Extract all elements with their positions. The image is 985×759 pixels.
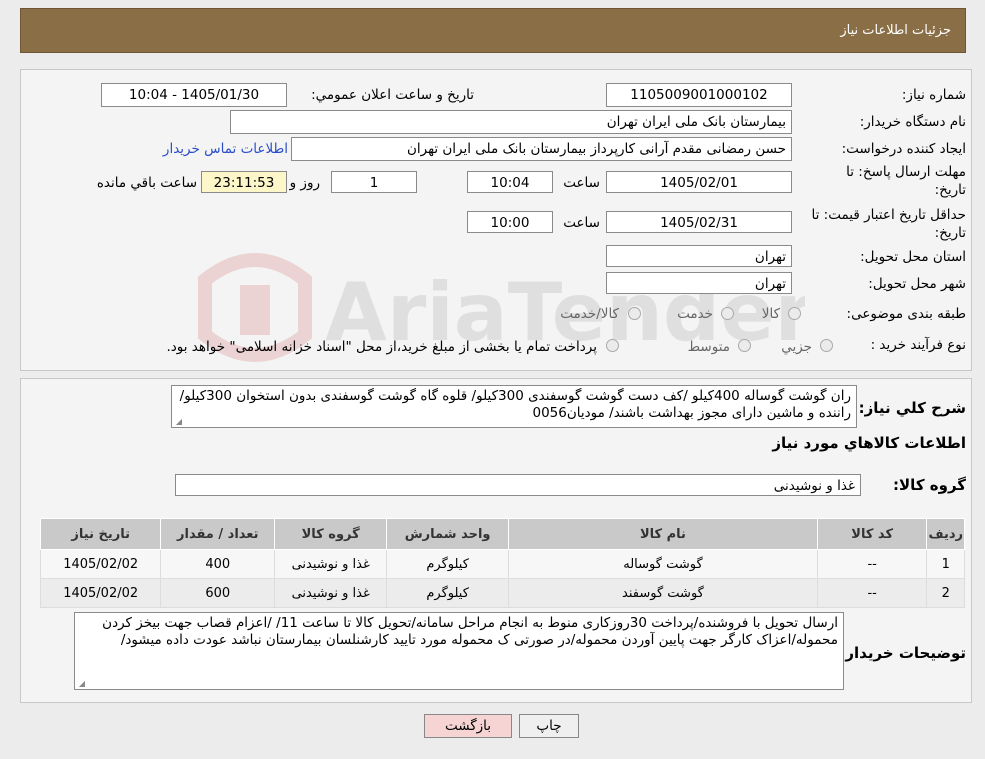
- purchase-type-medium-label: متوسط: [687, 339, 730, 355]
- reply-deadline-time-label: ساعت: [563, 175, 600, 191]
- page-title: جزئیات اطلاعات نیاز: [840, 23, 951, 38]
- reply-deadline-label: مهلت ارسال پاسخ: تا: [846, 164, 966, 180]
- col-header-name: نام کالا: [508, 518, 818, 550]
- delivery-province-label: استان محل تحويل:: [860, 249, 966, 265]
- col-header-row-no: رديف: [926, 518, 965, 550]
- table-row: 2 -- گوشت گوسفند کيلوگرم غذا و نوشيدنی 6…: [39, 578, 965, 608]
- need-number-field: 1105009001000102: [606, 83, 792, 107]
- buyer-org-field: بيمارستان بانک ملی ايران تهران: [230, 110, 792, 134]
- goods-group-field: غذا و نوشيدنی: [175, 474, 861, 496]
- general-desc-text: ران گوشت گوساله 400کيلو /کف دست گوشت گوس…: [179, 388, 851, 421]
- cell-name: گوشت گوسفند: [508, 578, 818, 608]
- category-label: طبقه بندی موضوعی:: [846, 306, 966, 322]
- category-goods-service-radio[interactable]: [628, 307, 641, 320]
- need-number-label: شماره نیاز:: [901, 87, 966, 103]
- goods-group-label: گروه کالا:: [893, 476, 966, 494]
- cell-code: --: [816, 578, 928, 608]
- category-service-label: خدمت: [677, 306, 713, 322]
- category-goods-radio[interactable]: [788, 307, 801, 320]
- price-validity-time-field: 10:00: [467, 211, 553, 233]
- purchase-type-partial-label: جزيي: [781, 339, 812, 355]
- cell-code: --: [816, 549, 928, 579]
- cell-row-no: 2: [926, 578, 965, 608]
- reply-deadline-time-field: 10:04: [467, 171, 553, 193]
- table-row: 1 -- گوشت گوساله کيلوگرم غذا و نوشيدنی 4…: [39, 549, 965, 579]
- treasury-docs-checkbox[interactable]: [606, 339, 619, 352]
- cell-group: غذا و نوشيدنی: [274, 549, 388, 579]
- price-validity-label: حداقل تاريخ اعتبار قيمت: تا: [811, 207, 966, 223]
- delivery-city-label: شهر محل تحويل:: [868, 276, 966, 292]
- resize-grip-icon[interactable]: ◢: [77, 680, 85, 688]
- announce-datetime-label: تاریخ و ساعت اعلان عمومي:: [311, 87, 474, 103]
- buyer-notes-label: توضيحات خريدار:: [839, 644, 966, 662]
- treasury-docs-note: پرداخت تمام يا بخشی از مبلغ خريد،از محل …: [166, 339, 597, 355]
- cell-date: 1405/02/02: [39, 549, 162, 579]
- page-header: جزئیات اطلاعات نیاز: [20, 8, 966, 53]
- print-button[interactable]: چاپ: [519, 714, 579, 738]
- cell-unit: کيلوگرم: [386, 549, 510, 579]
- price-validity-label-2: تاريخ:: [934, 225, 966, 241]
- price-validity-time-label: ساعت: [563, 215, 600, 231]
- category-service-radio[interactable]: [721, 307, 734, 320]
- delivery-province-field: تهران: [606, 245, 792, 267]
- cell-qty: 600: [160, 578, 276, 608]
- cell-qty: 400: [160, 549, 276, 579]
- purchase-type-partial-radio[interactable]: [820, 339, 833, 352]
- goods-info-title: اطلاعات کالاهاي مورد نياز: [772, 434, 966, 452]
- reply-deadline-date-field: 1405/02/01: [606, 171, 792, 193]
- general-desc-textarea[interactable]: ران گوشت گوساله 400کيلو /کف دست گوشت گوس…: [171, 385, 857, 428]
- resize-grip-icon[interactable]: ◢: [174, 418, 182, 426]
- requester-label: ايجاد کننده درخواست:: [841, 141, 966, 157]
- category-goods-service-label: کالا/خدمت: [560, 306, 619, 322]
- col-header-date: تاريخ نياز: [39, 518, 162, 550]
- col-header-qty: تعداد / مقدار: [160, 518, 276, 550]
- category-goods-label: کالا: [761, 306, 780, 322]
- delivery-city-field: تهران: [606, 272, 792, 294]
- cell-row-no: 1: [926, 549, 965, 579]
- cell-name: گوشت گوساله: [508, 549, 818, 579]
- announce-datetime-field: 1405/01/30 - 10:04: [101, 83, 287, 107]
- goods-table: رديف کد کالا نام کالا واحد شمارش گروه کا…: [39, 518, 965, 608]
- remaining-days-label: روز و: [289, 175, 320, 191]
- buyer-org-label: نام دستگاه خريدار:: [859, 114, 966, 130]
- cell-unit: کيلوگرم: [386, 578, 510, 608]
- col-header-group: گروه کالا: [274, 518, 388, 550]
- reply-deadline-label-2: تاريخ:: [934, 182, 966, 198]
- col-header-unit: واحد شمارش: [386, 518, 510, 550]
- general-desc-label: شرح کلي نياز:: [858, 399, 966, 417]
- requester-field: حسن رمضانی مقدم آرانی کارپرداز بيمارستان…: [291, 137, 792, 161]
- remaining-days-field: 1: [331, 171, 417, 193]
- table-header-row: رديف کد کالا نام کالا واحد شمارش گروه کا…: [39, 518, 965, 550]
- remaining-time-field: 23:11:53: [201, 171, 287, 193]
- back-button[interactable]: بازگشت: [424, 714, 512, 738]
- purchase-type-label: نوع فرآيند خريد :: [870, 337, 966, 353]
- remaining-time-label: ساعت باقي مانده: [96, 175, 197, 191]
- price-validity-date-field: 1405/02/31: [606, 211, 792, 233]
- col-header-code: کد کالا: [816, 518, 928, 550]
- buyer-notes-text: ارسال تحويل با فروشنده/پرداخت 30روزکاری …: [102, 615, 838, 648]
- cell-group: غذا و نوشيدنی: [274, 578, 388, 608]
- buyer-notes-textarea[interactable]: ارسال تحويل با فروشنده/پرداخت 30روزکاری …: [74, 612, 844, 690]
- buyer-contact-link[interactable]: اطلاعات تماس خريدار: [163, 141, 288, 157]
- cell-date: 1405/02/02: [39, 578, 162, 608]
- purchase-type-medium-radio[interactable]: [738, 339, 751, 352]
